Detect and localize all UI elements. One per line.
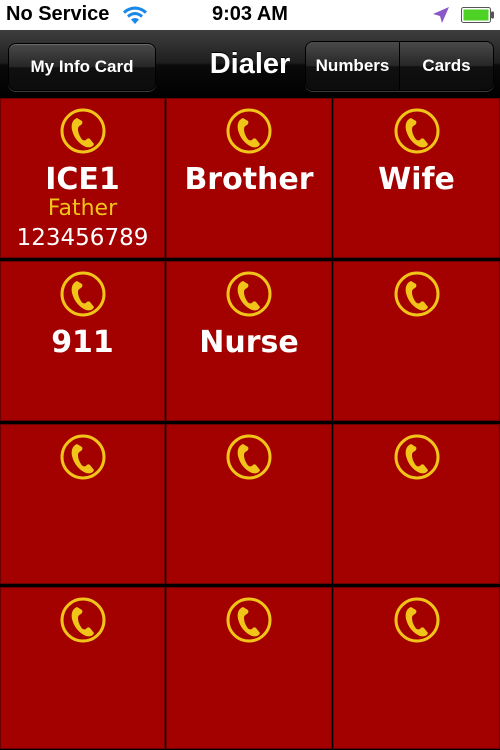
contact-tile[interactable] — [333, 261, 500, 421]
phone-icon — [59, 270, 107, 318]
view-segmented-control[interactable]: Numbers Cards — [305, 41, 494, 91]
tile-number: 123456789 — [16, 225, 149, 251]
tile-relation: Father — [47, 196, 118, 221]
contact-tile[interactable] — [166, 424, 332, 584]
phone-icon — [225, 433, 273, 481]
phone-icon — [59, 107, 107, 155]
segment-numbers[interactable]: Numbers — [306, 42, 399, 90]
nav-bar: My Info Card Dialer Numbers Cards — [0, 30, 500, 99]
contact-tile[interactable] — [0, 587, 165, 749]
tile-name: Nurse — [199, 325, 299, 360]
contact-tile[interactable] — [333, 424, 500, 584]
contact-tile[interactable]: 911 — [0, 261, 165, 421]
battery-icon — [461, 7, 494, 23]
phone-icon — [393, 270, 441, 318]
status-bar: No Service 9:03 AM — [0, 0, 500, 30]
page-title: Dialer — [209, 48, 291, 80]
tile-name: ICE1 — [45, 162, 120, 197]
phone-icon — [59, 433, 107, 481]
contact-tile[interactable] — [0, 424, 165, 584]
contact-tile[interactable]: Nurse — [166, 261, 332, 421]
phone-icon — [225, 596, 273, 644]
phone-icon — [59, 596, 107, 644]
clock: 9:03 AM — [212, 3, 288, 25]
contact-tile[interactable] — [166, 587, 332, 749]
tile-name: 911 — [51, 325, 114, 360]
contact-tile[interactable] — [333, 587, 500, 749]
phone-icon — [393, 596, 441, 644]
phone-icon — [393, 433, 441, 481]
segment-cards[interactable]: Cards — [399, 42, 493, 90]
contact-tile[interactable]: ICE1 Father 123456789 — [0, 98, 165, 258]
phone-icon — [225, 270, 273, 318]
tile-name: Brother — [184, 162, 314, 197]
contact-tile[interactable]: Brother — [166, 98, 332, 258]
contact-tile[interactable]: Wife — [333, 98, 500, 258]
my-info-card-button[interactable]: My Info Card — [8, 43, 156, 91]
phone-icon — [393, 107, 441, 155]
tile-name: Wife — [378, 162, 455, 197]
phone-icon — [225, 107, 273, 155]
dialer-grid: ICE1 Father 123456789 Brother Wife 911 N… — [0, 98, 500, 750]
location-icon — [433, 7, 449, 23]
